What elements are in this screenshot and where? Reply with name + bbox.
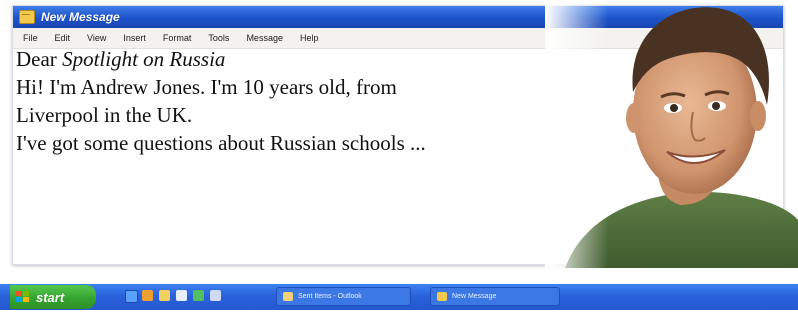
menu-tools[interactable]: Tools xyxy=(208,33,229,43)
menu-view[interactable]: View xyxy=(87,33,106,43)
envelope-icon xyxy=(19,10,35,24)
media-icon[interactable] xyxy=(142,290,153,301)
outlook-icon xyxy=(283,292,293,301)
mail-icon[interactable] xyxy=(176,290,187,301)
ie-icon[interactable] xyxy=(125,290,138,303)
start-button[interactable]: start xyxy=(10,285,96,309)
taskbar-button-label: New Message xyxy=(452,293,497,300)
new-message-icon xyxy=(437,292,447,301)
message-text: Dear Spotlight on Russia Hi! I'm Andrew … xyxy=(16,45,426,157)
greeting-line: Dear Spotlight on Russia xyxy=(16,45,426,73)
menu-insert[interactable]: Insert xyxy=(123,33,146,43)
taskbar-button-sent-items[interactable]: Sent Items - Outlook xyxy=(276,287,411,306)
start-label: start xyxy=(36,289,65,305)
boy-photo xyxy=(545,0,798,268)
message-line-3: I've got some questions about Russian sc… xyxy=(16,131,426,155)
message-line-1: Hi! I'm Andrew Jones. I'm 10 years old, … xyxy=(16,75,397,99)
folder-icon[interactable] xyxy=(159,290,170,301)
greeting-name: Spotlight on Russia xyxy=(62,47,226,71)
menu-format[interactable]: Format xyxy=(163,33,192,43)
greeting-prefix: Dear xyxy=(16,47,57,71)
desktop-icon[interactable] xyxy=(210,290,221,301)
menu-edit[interactable]: Edit xyxy=(55,33,71,43)
menu-help[interactable]: Help xyxy=(300,33,319,43)
menu-file[interactable]: File xyxy=(23,33,38,43)
messenger-icon[interactable] xyxy=(193,290,204,301)
message-line-2: Liverpool in the UK. xyxy=(16,103,193,127)
taskbar-button-label: Sent Items - Outlook xyxy=(298,293,362,300)
taskbar-button-new-message[interactable]: New Message xyxy=(430,287,560,306)
menu-message[interactable]: Message xyxy=(246,33,283,43)
windows-logo-icon xyxy=(16,291,30,303)
window-title: New Message xyxy=(41,10,120,24)
